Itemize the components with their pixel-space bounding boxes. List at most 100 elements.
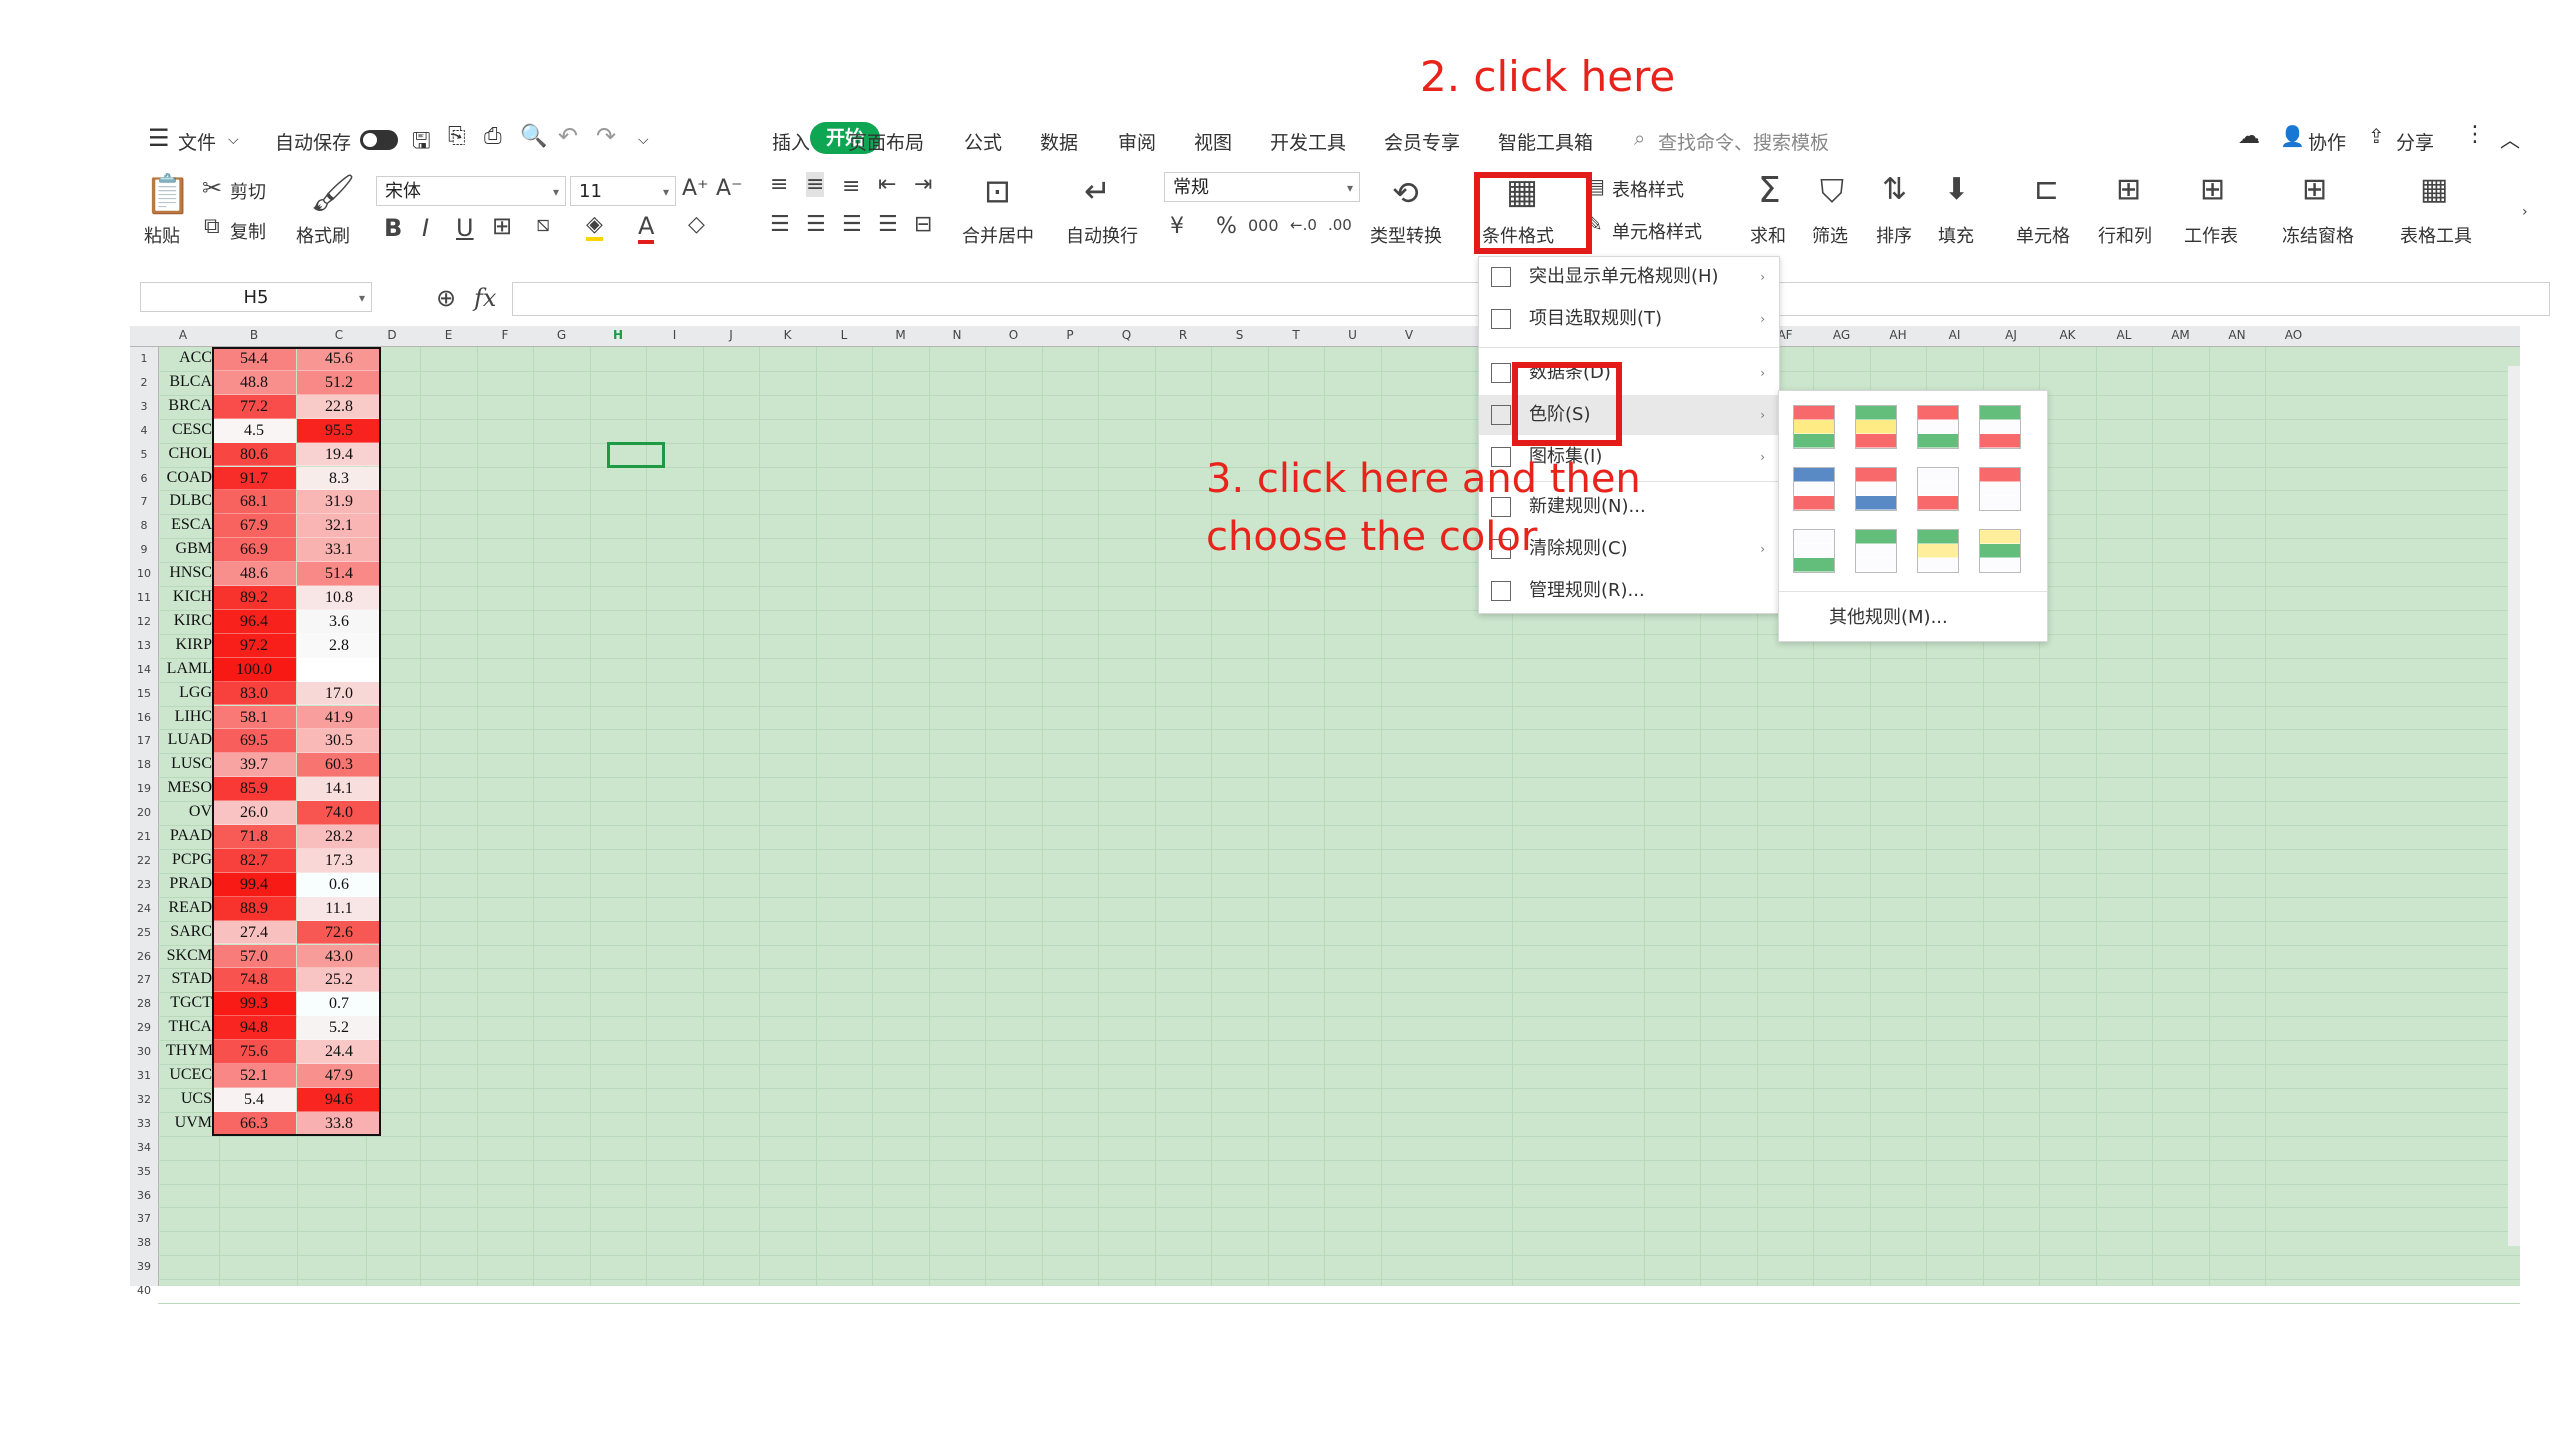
cell-value-c[interactable]: 28.2 [297, 825, 381, 849]
wrap-text-button[interactable]: 自动换行 [1066, 222, 1138, 248]
zoom-icon[interactable]: ⊕ [436, 284, 456, 312]
cell-value-b[interactable]: 68.1 [212, 490, 296, 515]
row-header[interactable]: 5 [130, 448, 158, 461]
cell-cancer-type[interactable]: LUSC [166, 755, 212, 773]
cell-value-c[interactable]: 32.1 [297, 514, 381, 539]
cell-cancer-type[interactable]: TGCT [166, 994, 212, 1012]
cell-cancer-type[interactable]: THCA [166, 1018, 212, 1036]
merge-center-icon[interactable]: ⊡ [984, 172, 1011, 210]
cell-value-b[interactable]: 77.2 [212, 394, 296, 419]
undo-icon[interactable]: ↶ [558, 122, 578, 150]
row-header[interactable]: 12 [130, 615, 158, 628]
wrap-text-icon[interactable]: ↵ [1084, 172, 1111, 210]
cell-value-c[interactable]: 3.6 [297, 609, 381, 634]
worksheet-button[interactable]: 工作表 [2184, 222, 2238, 248]
more-icon[interactable]: ⌵ [638, 132, 649, 148]
column-header-k[interactable]: K [784, 328, 792, 342]
cell-value-b[interactable]: 69.5 [212, 729, 296, 754]
sort-button[interactable]: 排序 [1876, 222, 1912, 248]
column-header-o[interactable]: O [1009, 328, 1018, 342]
row-header[interactable]: 3 [130, 400, 158, 413]
vertical-scrollbar[interactable] [2508, 366, 2520, 1246]
color-scale-swatch-11[interactable] [1917, 529, 1959, 573]
cell-cancer-type[interactable]: CHOL [166, 445, 212, 463]
distribute-icon[interactable]: ⊟ [914, 212, 932, 237]
font-grow-icon[interactable]: A⁺ [682, 176, 709, 201]
column-header-i[interactable]: I [673, 328, 677, 342]
indent-decrease-icon[interactable]: ⇤ [878, 172, 896, 197]
cell-value-c[interactable]: 11.1 [297, 896, 381, 921]
cut-button[interactable]: 剪切 [230, 178, 266, 204]
cell-cancer-type[interactable]: PRAD [166, 875, 212, 893]
cell-value-c[interactable]: 0.6 [297, 872, 381, 897]
cell-icon[interactable]: ⊏ [2034, 172, 2059, 207]
cell-value-b[interactable]: 5.4 [212, 1087, 296, 1112]
row-header[interactable]: 38 [130, 1236, 158, 1249]
border-icon[interactable]: ⊞ [492, 212, 512, 240]
color-scale-swatch-10[interactable] [1855, 529, 1897, 573]
row-header[interactable]: 7 [130, 495, 158, 508]
cell-value-c[interactable]: 31.9 [297, 490, 381, 515]
cell-cancer-type[interactable]: BLCA [166, 373, 212, 391]
table-style-button[interactable]: 表格样式 [1612, 176, 1684, 202]
row-header[interactable]: 34 [130, 1141, 158, 1154]
cell-value-b[interactable]: 57.0 [212, 944, 296, 969]
cell-value-b[interactable]: 54.4 [212, 347, 296, 371]
row-header[interactable]: 8 [130, 519, 158, 532]
column-header-g[interactable]: G [557, 328, 566, 342]
column-header-b[interactable]: B [250, 328, 258, 342]
cell-value-b[interactable]: 80.6 [212, 442, 296, 467]
align-right-icon[interactable]: ☰ [842, 212, 862, 237]
cell-cancer-type[interactable]: BRCA [166, 397, 212, 415]
fill-color-icon[interactable]: ◈ [586, 212, 603, 241]
row-header[interactable]: 15 [130, 687, 158, 700]
collab-button[interactable]: 协作 [2308, 128, 2346, 155]
cell-value-c[interactable]: 33.8 [297, 1111, 381, 1136]
type-convert-icon[interactable]: ⟲ [1392, 174, 1419, 212]
cut-icon[interactable]: ✂ [202, 174, 222, 202]
column-header-an[interactable]: AN [2228, 328, 2245, 342]
clear-icon[interactable]: ◇ [688, 212, 705, 237]
cell-value-b[interactable]: 58.1 [212, 705, 296, 730]
color-scale-swatch-9[interactable] [1793, 529, 1835, 573]
row-header[interactable]: 20 [130, 806, 158, 819]
command-search[interactable]: 查找命令、搜索模板 [1658, 128, 1829, 155]
cell-value-c[interactable]: 74.0 [297, 801, 381, 825]
color-scale-swatch-2[interactable] [1855, 405, 1897, 449]
tab-smart-tools[interactable]: 智能工具箱 [1498, 128, 1593, 155]
cell-value-c[interactable]: 30.5 [297, 729, 381, 754]
cell-cancer-type[interactable]: LAML [166, 660, 212, 678]
cell-value-c[interactable]: 51.4 [297, 562, 381, 586]
cell-cancer-type[interactable]: STAD [166, 970, 213, 988]
row-header[interactable]: 19 [130, 782, 158, 795]
freeze-icon[interactable]: ⊞ [2302, 172, 2327, 207]
font-shrink-icon[interactable]: A⁻ [716, 176, 743, 201]
menu-item-manage-rules[interactable]: 管理规则(R)... [1479, 571, 1779, 611]
cell-cancer-type[interactable]: UCEC [166, 1066, 212, 1084]
column-header-a[interactable]: A [179, 328, 187, 342]
column-header-ah[interactable]: AH [1889, 328, 1906, 342]
column-header-l[interactable]: L [841, 328, 848, 342]
row-header[interactable]: 21 [130, 830, 158, 843]
cell-value-b[interactable]: 26.0 [212, 801, 296, 825]
cell-value-b[interactable]: 97.2 [212, 633, 296, 658]
menu-item-highlight-cells[interactable]: 突出显示单元格规则(H) › [1479, 257, 1779, 297]
align-center-icon[interactable]: ☰ [806, 212, 826, 237]
cloud-icon[interactable]: ☁ [2238, 124, 2260, 149]
font-name-select[interactable]: 宋体 ▾ [376, 176, 566, 206]
row-col-icon[interactable]: ⊞ [2116, 172, 2141, 207]
cell-value-b[interactable]: 52.1 [212, 1064, 296, 1088]
column-header-d[interactable]: D [387, 328, 396, 342]
cell-value-c[interactable] [297, 657, 381, 682]
bold-icon[interactable]: B [384, 214, 402, 242]
row-header[interactable]: 11 [130, 591, 158, 604]
menu-item-top-bottom[interactable]: 项目选取规则(T) › [1479, 299, 1779, 339]
cell-cancer-type[interactable]: LUAD [166, 731, 212, 749]
row-header[interactable]: 10 [130, 567, 158, 580]
row-header[interactable]: 13 [130, 639, 158, 652]
save-icon[interactable]: 🖫 [412, 124, 431, 162]
column-header-ao[interactable]: AO [2285, 328, 2302, 342]
color-scale-swatch-7[interactable] [1917, 467, 1959, 511]
column-header-t[interactable]: T [1292, 328, 1299, 342]
chevron-down-icon[interactable]: ⌵ [228, 132, 239, 148]
